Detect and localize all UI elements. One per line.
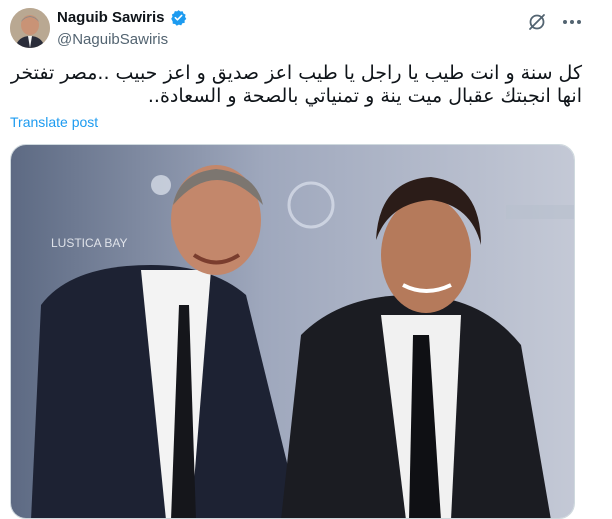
backdrop-logo-text: LUSTICA BAY: [51, 236, 127, 250]
post-photo[interactable]: LUSTICA BAY: [10, 144, 575, 519]
avatar[interactable]: [10, 8, 50, 48]
grok-icon[interactable]: [527, 12, 547, 32]
post-text: كل سنة و انت طيب يا راجل يا طيب اعز صديق…: [10, 62, 582, 107]
translate-post-link[interactable]: Translate post: [10, 114, 98, 130]
author-handle[interactable]: @NaguibSawiris: [57, 31, 168, 48]
author-display-name[interactable]: Naguib Sawiris: [57, 9, 165, 26]
author-row: Naguib Sawiris: [57, 9, 187, 26]
verified-badge-icon: [170, 9, 187, 26]
more-icon[interactable]: [559, 10, 585, 34]
tweet: Naguib Sawiris @NaguibSawiris كل سنة و ا…: [0, 0, 612, 519]
